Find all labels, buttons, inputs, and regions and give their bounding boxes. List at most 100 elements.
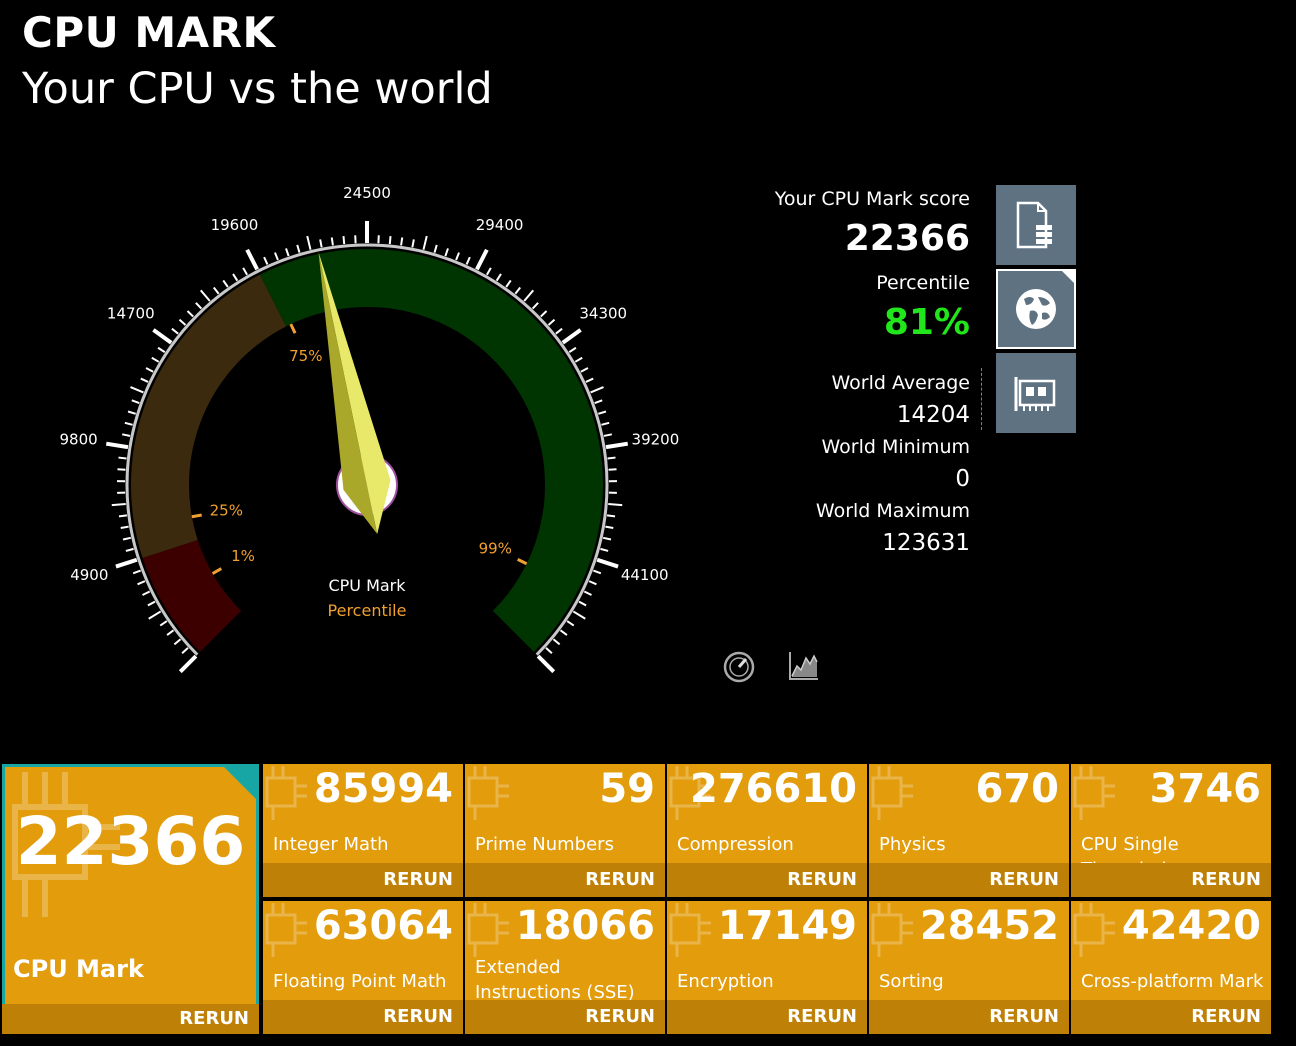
gauge-tick bbox=[583, 590, 592, 596]
test-tile[interactable]: 59 Prime Numbers RERUN bbox=[465, 764, 665, 897]
gauge-tick bbox=[263, 256, 269, 265]
gauge-tick bbox=[274, 252, 279, 261]
gauge-tick bbox=[115, 557, 138, 569]
test-tile[interactable]: 85994 Integer Math RERUN bbox=[263, 764, 463, 897]
gauge-tick bbox=[137, 580, 146, 586]
gauge-tick bbox=[400, 237, 404, 246]
world-minimum-label: World Minimum bbox=[821, 436, 970, 458]
gauge-tick bbox=[486, 267, 492, 276]
gauge-tick bbox=[111, 502, 126, 507]
rerun-button[interactable]: RERUN bbox=[1071, 863, 1271, 897]
rerun-button[interactable]: RERUN bbox=[465, 863, 665, 897]
test-tile[interactable]: 670 Physics RERUN bbox=[869, 764, 1069, 897]
test-tile[interactable]: 63064 Floating Point Math RERUN bbox=[263, 901, 463, 1034]
test-score: 42420 bbox=[1121, 903, 1261, 949]
gauge-tick bbox=[330, 237, 334, 246]
details-button[interactable] bbox=[996, 185, 1076, 265]
gauge-tick bbox=[157, 346, 166, 353]
test-tile[interactable]: 18066 Extended Instructions (SSE) RERUN bbox=[465, 901, 665, 1034]
test-name: Encryption bbox=[677, 971, 774, 992]
cpu-mark-label: CPU Mark bbox=[13, 955, 144, 983]
test-name: Prime Numbers bbox=[475, 834, 614, 855]
cpu-mark-value: 22366 bbox=[15, 803, 246, 880]
document-list-icon bbox=[1016, 201, 1052, 249]
chart-view-icon[interactable] bbox=[788, 650, 820, 682]
rerun-button[interactable]: RERUN bbox=[465, 1000, 665, 1034]
gauge-view-icon[interactable] bbox=[722, 650, 756, 684]
gauge-tick bbox=[596, 557, 619, 569]
gauge-tick bbox=[607, 456, 616, 460]
gauge-tick bbox=[566, 620, 575, 627]
gauge-tick bbox=[132, 569, 141, 575]
gauge-tick bbox=[580, 367, 589, 373]
gauge-tick bbox=[118, 456, 127, 460]
gauge-tick bbox=[120, 525, 129, 529]
globe-icon bbox=[1016, 289, 1056, 329]
rerun-button[interactable]: RERUN bbox=[1071, 1000, 1271, 1034]
gauge-tick bbox=[547, 318, 556, 326]
gauge-tick bbox=[603, 433, 613, 437]
percentile-marker bbox=[191, 513, 202, 519]
rerun-button[interactable]: RERUN bbox=[667, 1000, 867, 1034]
rerun-button[interactable]: RERUN bbox=[667, 863, 867, 897]
gauge-tick bbox=[222, 279, 229, 288]
chip-background-icon bbox=[871, 766, 913, 820]
gauge-tick bbox=[152, 328, 173, 345]
gauge-tick bbox=[178, 318, 187, 326]
gauge-tick-label: 44100 bbox=[621, 566, 669, 584]
test-tile[interactable]: 17149 Encryption RERUN bbox=[667, 901, 867, 1034]
cpu-mark-rerun-button[interactable]: RERUN bbox=[2, 1004, 259, 1034]
gauge-tick bbox=[245, 248, 259, 271]
test-score: 276610 bbox=[690, 766, 857, 812]
gauge-tick bbox=[594, 399, 603, 404]
gauge-tick bbox=[212, 286, 220, 295]
gauge-tick-label: 14700 bbox=[107, 304, 155, 322]
percentile-marker bbox=[516, 557, 528, 566]
gauge-tick bbox=[559, 629, 568, 636]
gauge-tick bbox=[122, 536, 132, 541]
percentile-marker bbox=[289, 323, 297, 334]
gauge-tick bbox=[125, 547, 134, 552]
gauge-band bbox=[259, 249, 603, 652]
gauge-tick-label: 29400 bbox=[476, 216, 524, 234]
rerun-button[interactable]: RERUN bbox=[263, 863, 463, 897]
gauge-tick bbox=[195, 302, 203, 310]
percentile-marker-label: 99% bbox=[479, 539, 512, 557]
gauge-tick bbox=[433, 244, 438, 253]
hardware-button[interactable] bbox=[996, 353, 1076, 433]
gauge-tick bbox=[465, 256, 471, 265]
gauge-tick bbox=[605, 441, 629, 450]
test-score: 28452 bbox=[919, 903, 1059, 949]
gauge-tick bbox=[475, 248, 489, 271]
world-compare-button[interactable] bbox=[996, 269, 1076, 349]
gauge-tick bbox=[296, 244, 301, 253]
test-score: 670 bbox=[975, 766, 1060, 812]
test-score: 63064 bbox=[313, 903, 453, 949]
world-minimum-value: 0 bbox=[955, 466, 970, 492]
gauge-tick bbox=[523, 289, 535, 302]
test-tile[interactable]: 28452 Sorting RERUN bbox=[869, 901, 1069, 1034]
gauge-tick bbox=[131, 399, 140, 404]
gauge-tick bbox=[455, 252, 460, 261]
test-score: 59 bbox=[599, 766, 655, 812]
gauge-tick bbox=[540, 310, 548, 318]
rerun-button[interactable]: RERUN bbox=[869, 1000, 1069, 1034]
gauge-tick bbox=[127, 410, 136, 415]
cpu-mark-tile[interactable]: 22366 CPU Mark bbox=[2, 764, 259, 1034]
gauge-tick-label: 34300 bbox=[579, 304, 627, 322]
rerun-button[interactable]: RERUN bbox=[869, 863, 1069, 897]
rerun-button[interactable]: RERUN bbox=[263, 1000, 463, 1034]
gauge-tick bbox=[600, 547, 609, 552]
test-tile[interactable]: 276610 Compression RERUN bbox=[667, 764, 867, 897]
score-value: 22366 bbox=[844, 218, 970, 259]
page-subtitle: Your CPU vs the world bbox=[22, 64, 493, 114]
percentile-marker-label: 25% bbox=[210, 502, 243, 520]
test-tile[interactable]: 42420 Cross-platform Mark RERUN bbox=[1071, 901, 1271, 1034]
gauge-tick bbox=[173, 638, 182, 646]
gauge-tick bbox=[590, 386, 604, 394]
test-score: 17149 bbox=[717, 903, 857, 949]
gauge-tick bbox=[598, 410, 607, 415]
gauge-tick bbox=[117, 468, 126, 471]
test-tile[interactable]: 3746CPU Single ThreadedRERUN bbox=[1071, 764, 1271, 897]
test-name: Physics bbox=[879, 834, 946, 855]
